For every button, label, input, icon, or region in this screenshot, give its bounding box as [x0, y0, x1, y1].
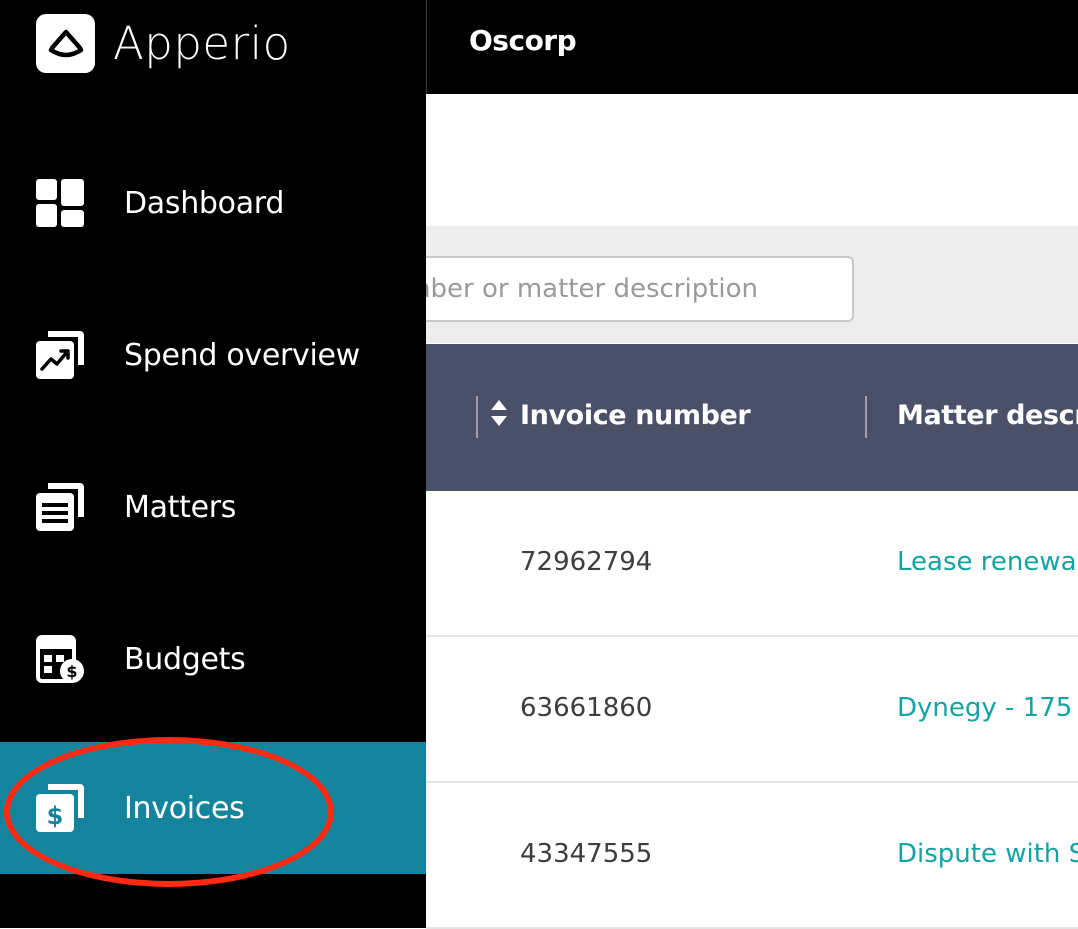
app-logo[interactable]: Apperio [36, 13, 291, 73]
matter-link[interactable]: Lease renewal [897, 547, 1078, 577]
table-row[interactable]: 72962794 Lease renewal [426, 491, 1078, 637]
column-divider [865, 396, 867, 438]
sidebar: Apperio Dashboard Spend overview Matters [0, 0, 427, 928]
dashboard-icon [36, 179, 84, 227]
table-header: Invoice number Matter descrip [426, 344, 1078, 491]
invoice-number: 72962794 [520, 547, 653, 577]
sidebar-item-label: Matters [124, 489, 237, 525]
sidebar-item-dashboard[interactable]: Dashboard [0, 137, 426, 269]
svg-text:$: $ [47, 802, 64, 830]
table-row[interactable]: 43347555 Dispute with Se [426, 783, 1078, 929]
search-placeholder: umber or matter description [426, 274, 758, 304]
sidebar-item-label: Spend overview [124, 337, 360, 373]
app-name: Apperio [113, 16, 291, 70]
matters-icon [36, 483, 84, 531]
matter-link[interactable]: Dispute with Se [897, 839, 1078, 869]
column-header-matter-description[interactable]: Matter descrip [897, 400, 1078, 431]
invoice-number: 43347555 [520, 839, 653, 869]
sort-icon[interactable] [490, 398, 508, 428]
sidebar-item-label: Dashboard [124, 185, 285, 221]
invoices-icon: $ [36, 784, 84, 832]
column-header-invoice-number[interactable]: Invoice number [520, 400, 751, 431]
spend-chart-icon [36, 331, 84, 379]
svg-text:$: $ [66, 662, 77, 681]
table-row[interactable]: 63661860 Dynegy - 175 L [426, 637, 1078, 783]
client-name[interactable]: Oscorp [469, 24, 577, 57]
search-input[interactable]: umber or matter description [426, 256, 854, 322]
sidebar-item-label: Invoices [124, 790, 245, 826]
budgets-icon: $ [36, 635, 84, 683]
column-divider [476, 396, 478, 438]
matter-link[interactable]: Dynegy - 175 L [897, 693, 1078, 723]
filter-bar: umber or matter description [426, 226, 1078, 343]
sidebar-item-invoices[interactable]: $ Invoices [0, 742, 426, 874]
sidebar-item-budgets[interactable]: $ Budgets [0, 593, 426, 725]
invoice-number: 63661860 [520, 693, 653, 723]
sidebar-item-label: Budgets [124, 641, 246, 677]
sidebar-item-spend-overview[interactable]: Spend overview [0, 289, 426, 421]
apperio-logo-icon [36, 13, 95, 73]
sidebar-item-matters[interactable]: Matters [0, 441, 426, 573]
